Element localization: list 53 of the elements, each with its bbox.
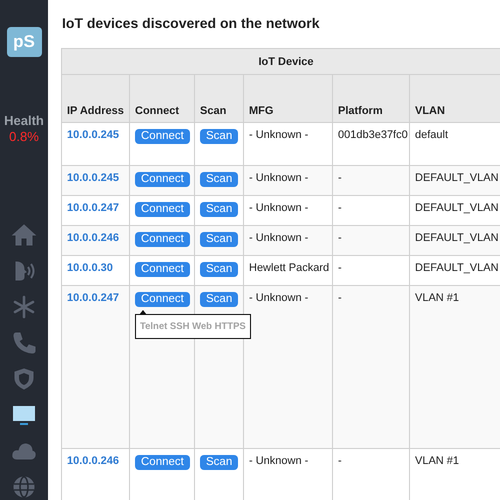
table-cell: - Unknown - <box>249 172 308 184</box>
column-header: Connect <box>130 74 194 122</box>
table-cell: 001db3e37fc0 <box>338 129 408 141</box>
table-cell: - <box>338 202 342 214</box>
health-label: Health <box>4 113 44 128</box>
table-cell: Hewlett Packard <box>249 262 330 274</box>
scan-button[interactable]: Scan <box>200 202 238 217</box>
group-header: IoT Device <box>62 48 500 74</box>
connect-button[interactable]: Connect <box>135 202 190 217</box>
scan-button[interactable]: Scan <box>200 172 238 187</box>
ip-link[interactable]: 10.0.0.246 <box>67 455 119 467</box>
page-title: IoT devices discovered on the network <box>62 15 321 31</box>
connect-button[interactable]: Connect <box>135 262 190 277</box>
column-header: Platform <box>332 74 410 122</box>
table-cell: - <box>338 262 342 274</box>
column-header: Scan <box>194 74 244 122</box>
table-cell: VLAN #1 <box>415 455 460 467</box>
table-cell: DEFAULT_VLAN <box>415 202 499 214</box>
table-cell: - <box>338 172 342 184</box>
monitor-icon[interactable] <box>11 403 37 427</box>
table-cell: - Unknown - <box>249 129 308 141</box>
snowflake-icon[interactable] <box>11 295 37 319</box>
connect-button[interactable]: Connect <box>135 455 190 470</box>
phone-icon[interactable] <box>11 331 37 355</box>
logo: pS <box>6 27 42 57</box>
table-cell: DEFAULT_VLAN <box>415 172 499 184</box>
column-header: IP Address <box>62 74 130 122</box>
ip-link[interactable]: 10.0.0.247 <box>67 292 119 304</box>
table-cell: - <box>338 292 342 304</box>
table-cell: default <box>415 129 448 141</box>
globe-icon[interactable] <box>11 475 37 499</box>
table-cell: - Unknown - <box>249 292 308 304</box>
scan-button[interactable]: Scan <box>200 129 238 144</box>
table-cell: - <box>338 455 342 467</box>
health-value: 0.8% <box>9 129 39 144</box>
table-cell: - Unknown - <box>249 455 308 467</box>
scan-button[interactable]: Scan <box>200 292 238 307</box>
scan-button[interactable]: Scan <box>200 232 238 247</box>
table-cell: - <box>338 232 342 244</box>
table-cell: - Unknown - <box>249 232 308 244</box>
scan-button[interactable]: Scan <box>200 455 238 470</box>
connect-button[interactable]: Connect <box>135 232 190 247</box>
table-cell: DEFAULT_VLAN <box>415 232 499 244</box>
column-header: VLAN <box>410 74 500 122</box>
column-header: MFG <box>244 74 332 122</box>
connect-button[interactable]: Connect <box>135 129 190 144</box>
table-cell: DEFAULT_VLAN <box>415 262 499 274</box>
table-cell: VLAN #1 <box>415 292 460 304</box>
scan-button[interactable]: Scan <box>200 262 238 277</box>
table-cell: - Unknown - <box>249 202 308 214</box>
connect-button[interactable]: Connect <box>135 172 190 187</box>
home-icon[interactable] <box>11 223 37 247</box>
connect-button[interactable]: Connect <box>135 292 190 307</box>
